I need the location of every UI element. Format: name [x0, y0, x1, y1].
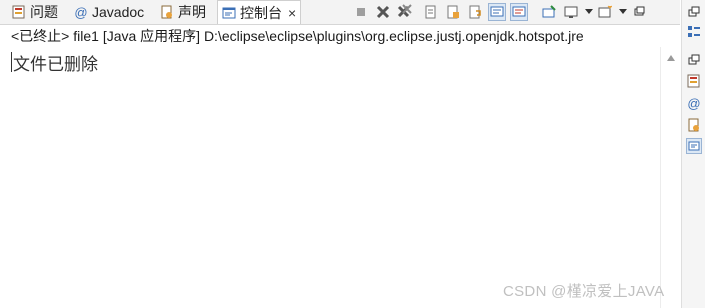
remove-launch-icon[interactable]	[374, 3, 392, 21]
scroll-lock-icon[interactable]	[444, 3, 462, 21]
show-on-stdout-icon[interactable]	[488, 3, 506, 21]
restore-icon[interactable]	[686, 52, 702, 68]
declaration-icon	[160, 5, 174, 19]
pin-console-icon[interactable]	[540, 3, 558, 21]
tab-declaration[interactable]: 声明	[160, 1, 206, 23]
console-launch-path: <已终止> file1 [Java 应用程序] D:\eclipse\eclip…	[11, 28, 584, 44]
restore-icon[interactable]	[686, 4, 702, 20]
tab-javadoc[interactable]: @ Javadoc	[74, 1, 144, 23]
display-selected-console-icon[interactable]	[562, 3, 580, 21]
declaration-icon[interactable]	[686, 117, 702, 133]
open-console-dropdown-icon[interactable]	[618, 3, 628, 21]
tab-problems-label: 问题	[30, 4, 58, 20]
javadoc-at-icon: @	[74, 4, 88, 20]
tab-console-label: 控制台	[240, 4, 282, 21]
clear-console-icon[interactable]	[422, 3, 440, 21]
console-icon[interactable]	[686, 138, 702, 154]
scroll-up-arrow-icon[interactable]	[667, 55, 675, 61]
close-icon[interactable]: ×	[288, 5, 296, 21]
watermark-text: CSDN @槿凉爱上JAVA	[503, 283, 665, 300]
view-tab-bar: 问题 @ Javadoc 声明 控制台 ×	[0, 0, 680, 25]
vertical-scrollbar[interactable]	[660, 47, 681, 308]
text-caret	[11, 52, 12, 72]
tab-console[interactable]: 控制台 ×	[217, 0, 302, 24]
console-icon	[222, 6, 236, 20]
javadoc-at-icon[interactable]: @	[686, 95, 702, 111]
problems-icon	[12, 5, 26, 19]
remove-all-terminated-icon[interactable]	[396, 3, 414, 21]
tab-problems[interactable]: 问题	[12, 1, 58, 23]
console-output-text: 文件已删除	[13, 55, 98, 75]
right-trim-bar: @	[681, 0, 705, 308]
display-dropdown-icon[interactable]	[584, 3, 594, 21]
problems-icon[interactable]	[686, 73, 702, 89]
open-console-icon[interactable]	[596, 3, 614, 21]
outline-icon[interactable]	[686, 24, 702, 40]
tab-declaration-label: 声明	[178, 4, 206, 20]
word-wrap-icon[interactable]	[466, 3, 484, 21]
console-toolbar	[352, 2, 652, 22]
console-output-area[interactable]	[0, 47, 660, 308]
terminate-icon[interactable]	[352, 3, 370, 21]
tab-javadoc-label: Javadoc	[92, 4, 145, 20]
minimize-icon[interactable]	[630, 3, 648, 21]
show-on-stderr-icon[interactable]	[510, 3, 528, 21]
